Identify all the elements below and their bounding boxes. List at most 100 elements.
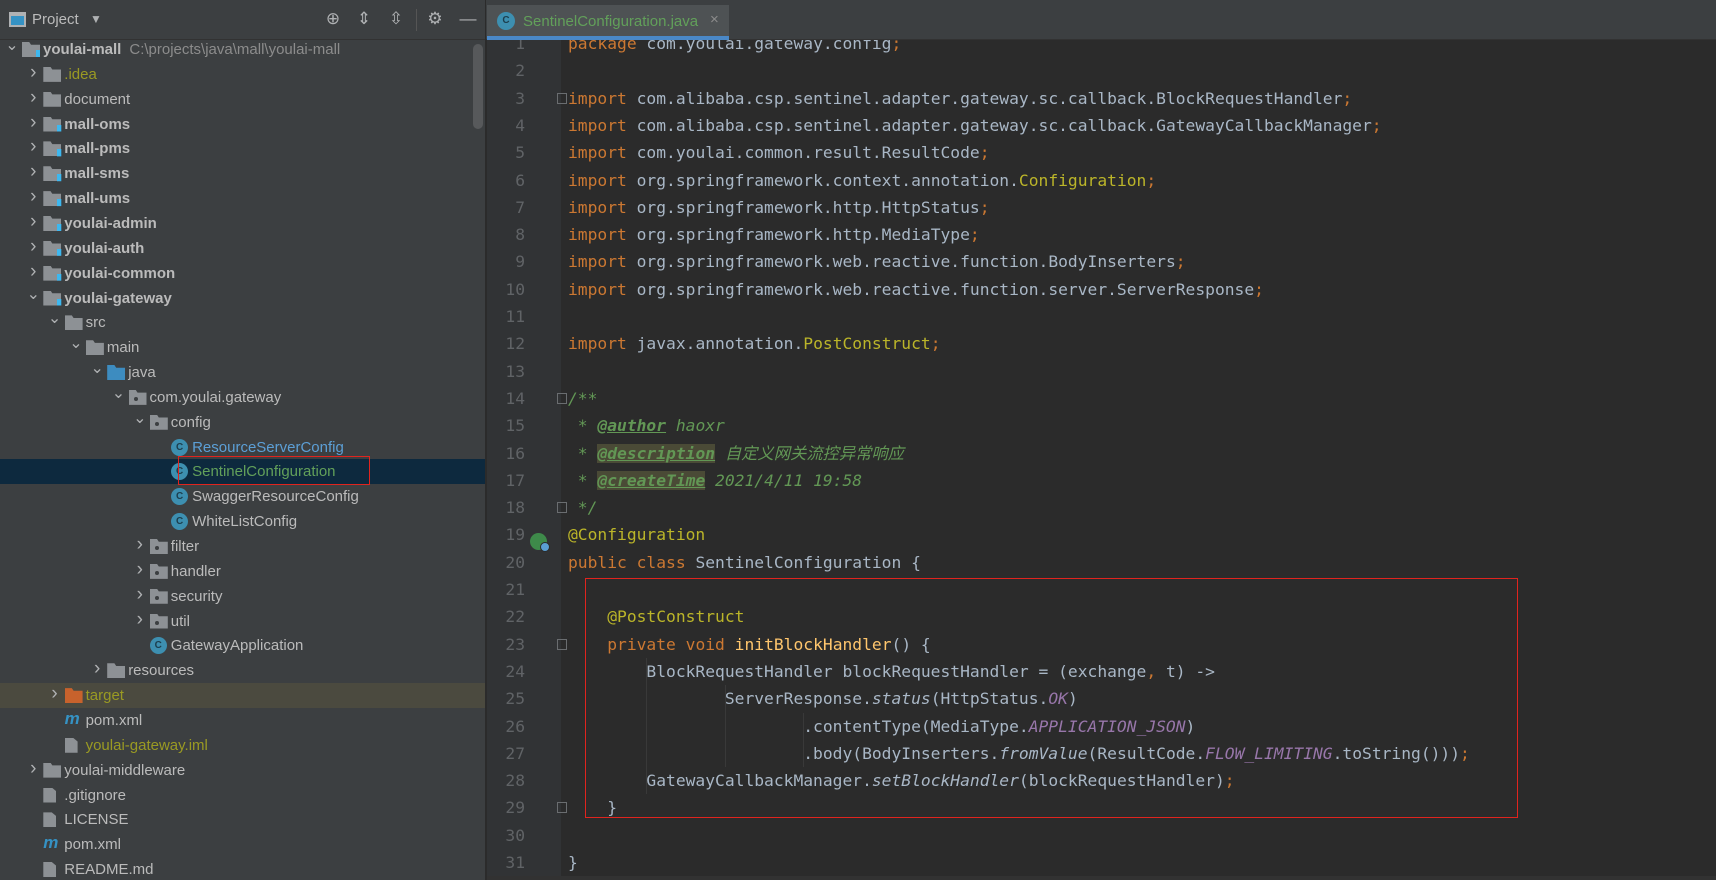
chevron-right-icon[interactable]: › <box>26 112 40 134</box>
tree-item[interactable]: › youlai-common <box>0 261 485 286</box>
chevron-down-icon[interactable]: ⌄ <box>48 308 62 328</box>
chevron-right-icon[interactable]: › <box>133 559 147 581</box>
chevron-right-icon[interactable]: › <box>26 261 40 283</box>
code-line[interactable]: 30 <box>487 822 1716 849</box>
chevron-right-icon[interactable]: › <box>133 584 147 606</box>
code-line[interactable]: 12 import javax.annotation.PostConstruct; <box>487 330 1716 357</box>
tree-item[interactable]: LICENSE <box>0 807 485 832</box>
tree-item[interactable]: m pom.xml <box>0 832 485 857</box>
code-line[interactable]: 15 * @author haoxr <box>487 412 1716 439</box>
tree-item[interactable]: ⌄ youlai-gateway <box>0 284 485 311</box>
code-line[interactable]: 9 import org.springframework.web.reactive… <box>487 248 1716 275</box>
tree-item[interactable]: C SwaggerResourceConfig <box>0 484 485 509</box>
chevron-down-icon[interactable]: ⌄ <box>90 358 104 378</box>
tree-item[interactable]: › youlai-admin <box>0 211 485 236</box>
expand-all-icon[interactable]: ⇕ <box>353 9 375 29</box>
minimize-icon[interactable]: — <box>457 9 479 29</box>
code-line[interactable]: 7 import org.springframework.http.HttpSta… <box>487 194 1716 221</box>
tree-item[interactable]: C GatewayApplication <box>0 633 485 658</box>
code-editor[interactable]: 1 package com.youlai.gateway.config; 2 3 imp… <box>487 40 1716 880</box>
code-line[interactable]: 8 import org.springframework.http.MediaTy… <box>487 221 1716 248</box>
tree-item[interactable]: › mall-sms <box>0 161 485 186</box>
code-line[interactable]: 3 import com.alibaba.csp.sentinel.adapter… <box>487 85 1716 112</box>
tree-item[interactable]: README.md <box>0 857 485 880</box>
code-line[interactable]: 11 <box>487 303 1716 330</box>
tree-item[interactable]: › handler <box>0 559 485 584</box>
tree-item[interactable]: ⌄ com.youlai.gateway <box>0 383 485 410</box>
tree-item[interactable]: ⌄ config <box>0 408 485 435</box>
code-line[interactable]: 25 ServerResponse.status(HttpStatus.OK) <box>487 685 1716 712</box>
tree-item[interactable]: › youlai-auth <box>0 236 485 261</box>
code-line[interactable]: 21 <box>487 576 1716 603</box>
chevron-right-icon[interactable]: › <box>133 534 147 556</box>
code-line[interactable]: 5 import com.youlai.common.result.ResultC… <box>487 139 1716 166</box>
chevron-right-icon[interactable]: › <box>26 87 40 109</box>
tab-sentinel-configuration[interactable]: C SentinelConfiguration.java × <box>487 5 729 40</box>
tree-item[interactable]: ⌄ java <box>0 358 485 385</box>
chevron-right-icon[interactable]: › <box>48 683 62 705</box>
gear-icon[interactable]: ⚙ <box>424 9 446 29</box>
tree-item[interactable]: ⌄ src <box>0 308 485 335</box>
code-line[interactable]: 18 */ <box>487 494 1716 521</box>
tree-item[interactable]: › mall-ums <box>0 186 485 211</box>
fold-marker-icon[interactable] <box>557 638 567 650</box>
code-line[interactable]: 17 * @createTime 2021/4/11 19:58 <box>487 467 1716 494</box>
code-line[interactable]: 22 @PostConstruct <box>487 603 1716 630</box>
fold-marker-icon[interactable] <box>557 802 567 814</box>
fold-marker-icon[interactable] <box>557 502 567 514</box>
chevron-right-icon[interactable]: › <box>26 758 40 780</box>
chevron-right-icon[interactable]: › <box>90 658 104 680</box>
tree-item[interactable]: m pom.xml <box>0 708 485 733</box>
tree-item[interactable]: › .idea <box>0 62 485 87</box>
sidebar-scrollbar[interactable] <box>473 44 483 129</box>
chevron-down-icon[interactable]: ▼ <box>90 12 102 26</box>
chevron-right-icon[interactable]: › <box>26 161 40 183</box>
chevron-down-icon[interactable]: ⌄ <box>26 284 40 304</box>
tree-item[interactable]: youlai-gateway.iml <box>0 733 485 758</box>
tree-item[interactable]: ⌄ main <box>0 333 485 360</box>
chevron-right-icon[interactable]: › <box>26 136 40 158</box>
tree-item[interactable]: › mall-oms <box>0 112 485 137</box>
tree-item[interactable]: › resources <box>0 658 485 683</box>
chevron-right-icon[interactable]: › <box>133 609 147 631</box>
tree-item[interactable]: › filter <box>0 534 485 559</box>
code-line[interactable]: 10 import org.springframework.web.reactiv… <box>487 276 1716 303</box>
project-view-selector[interactable]: Project <box>32 11 79 28</box>
chevron-down-icon[interactable]: ⌄ <box>112 383 126 403</box>
chevron-right-icon[interactable]: › <box>26 186 40 208</box>
locate-icon[interactable]: ⊕ <box>322 9 344 29</box>
code-line[interactable]: 31} <box>487 849 1716 876</box>
chevron-down-icon[interactable]: ⌄ <box>133 408 147 428</box>
fold-marker-icon[interactable] <box>557 392 567 404</box>
tree-item[interactable]: .gitignore <box>0 783 485 808</box>
code-line[interactable]: 23 private void initBlockHandler() { <box>487 631 1716 658</box>
tree-item[interactable]: › mall-pms <box>0 136 485 161</box>
tree-item[interactable]: C SentinelConfiguration <box>0 459 485 485</box>
tree-item[interactable]: › document <box>0 87 485 112</box>
tree-item[interactable]: › target <box>0 683 485 709</box>
tree-item[interactable]: › youlai-middleware <box>0 758 485 783</box>
chevron-right-icon[interactable]: › <box>26 62 40 84</box>
tree-item[interactable]: C ResourceServerConfig <box>0 435 485 460</box>
chevron-right-icon[interactable]: › <box>26 236 40 258</box>
code-line[interactable]: 24 BlockRequestHandler blockRequestHandl… <box>487 658 1716 685</box>
code-line[interactable]: 26 .contentType(MediaType.APPLICATION_JS… <box>487 713 1716 740</box>
chevron-down-icon[interactable]: ⌄ <box>5 35 19 55</box>
code-line[interactable]: 27 .body(BodyInserters.fromValue(ResultC… <box>487 740 1716 767</box>
code-line[interactable]: 20 public class SentinelConfiguration { <box>487 549 1716 576</box>
code-line[interactable]: 28 GatewayCallbackManager.setBlockHandle… <box>487 767 1716 794</box>
tree-item[interactable]: C WhiteListConfig <box>0 509 485 534</box>
code-line[interactable]: 19 @Configuration <box>487 521 1716 548</box>
code-line[interactable]: 32 <box>487 876 1716 880</box>
close-icon[interactable]: × <box>710 11 719 28</box>
code-line[interactable]: 14 /** <box>487 385 1716 412</box>
tree-item[interactable]: › security <box>0 584 485 609</box>
chevron-right-icon[interactable]: › <box>26 211 40 233</box>
code-line[interactable]: 29 } <box>487 794 1716 821</box>
chevron-down-icon[interactable]: ⌄ <box>69 333 83 353</box>
tree-item[interactable]: ⌄ youlai-mall C:\projects\java\mall\youlai… <box>0 35 485 62</box>
collapse-all-icon[interactable]: ⇳ <box>385 9 407 29</box>
code-line[interactable]: 16 * @description 自定义网关流控异常响应 <box>487 440 1716 467</box>
code-line[interactable]: 13 <box>487 358 1716 385</box>
spring-bean-icon[interactable] <box>530 533 550 552</box>
